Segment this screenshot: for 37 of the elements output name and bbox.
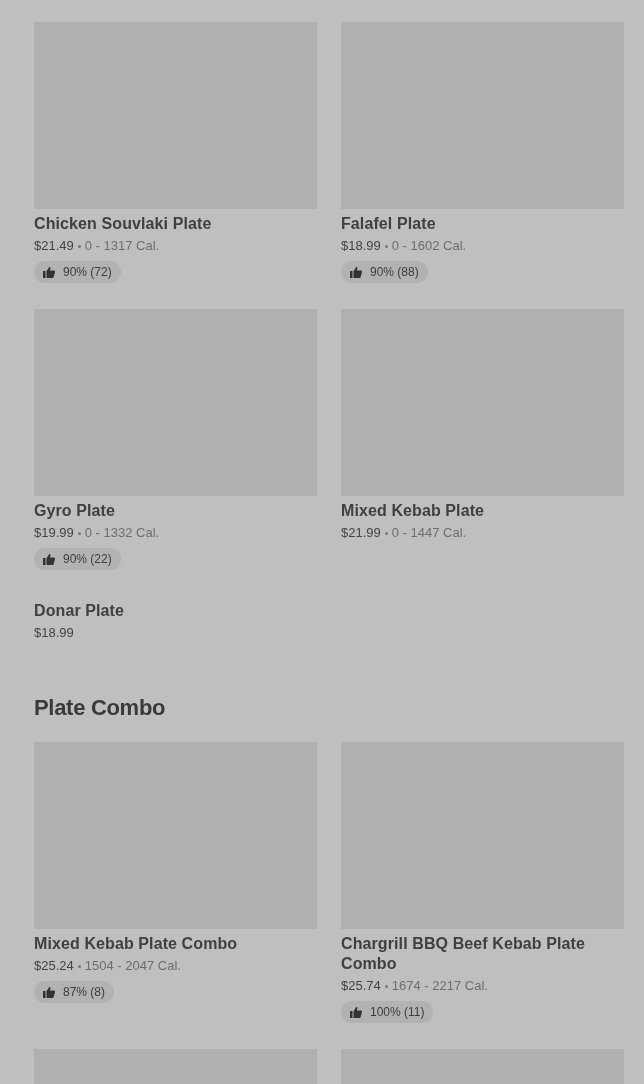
separator-dot xyxy=(77,532,81,536)
item-price: $25.74 xyxy=(341,978,381,993)
item-calories: 1504 - 2047 Cal. xyxy=(84,958,181,973)
separator-dot xyxy=(384,532,388,536)
separator-dot xyxy=(77,965,81,969)
item-calories: 0 - 1317 Cal. xyxy=(84,238,160,253)
thumbs-up-icon xyxy=(43,553,55,565)
section-heading: Plate Combo xyxy=(34,694,167,722)
item-calories: 0 - 1447 Cal. xyxy=(391,525,467,540)
item-title[interactable]: Gyro Plate xyxy=(34,501,317,521)
rating-badge: 90% (88) xyxy=(341,261,428,283)
item-price: $21.49 xyxy=(34,238,74,253)
thumbs-up-icon xyxy=(350,1006,362,1018)
item-price: $21.99 xyxy=(341,525,381,540)
thumbs-up-icon xyxy=(43,266,55,278)
item-title[interactable]: Mixed Kebab Plate xyxy=(341,501,624,521)
item-calories: 0 - 1332 Cal. xyxy=(84,525,160,540)
separator-dot xyxy=(77,245,81,249)
thumbs-up-icon xyxy=(350,266,362,278)
item-price: $18.99 xyxy=(341,238,381,253)
item-title[interactable]: Donar Plate xyxy=(34,601,317,621)
item-price: $19.99 xyxy=(34,525,74,540)
item-title[interactable]: Chicken Souvlaki Plate xyxy=(34,214,317,234)
item-title[interactable]: Falafel Plate xyxy=(341,214,624,234)
item-calories: 1674 - 2217 Cal. xyxy=(391,978,488,993)
rating-badge: 90% (72) xyxy=(34,261,121,283)
separator-dot xyxy=(384,245,388,249)
item-title[interactable]: Mixed Kebab Plate Combo xyxy=(34,934,317,954)
item-price: $25.24 xyxy=(34,958,74,973)
item-title[interactable]: Chargrill BBQ Beef Kebab Plate Combo xyxy=(341,934,624,974)
rating-badge: 90% (22) xyxy=(34,548,121,570)
separator-dot xyxy=(384,985,388,989)
item-calories: 0 - 1602 Cal. xyxy=(391,238,467,253)
thumbs-up-icon xyxy=(43,986,55,998)
item-price: $18.99 xyxy=(34,625,74,640)
rating-badge: 100% (11) xyxy=(341,1001,434,1023)
rating-badge: 87% (8) xyxy=(34,981,115,1003)
